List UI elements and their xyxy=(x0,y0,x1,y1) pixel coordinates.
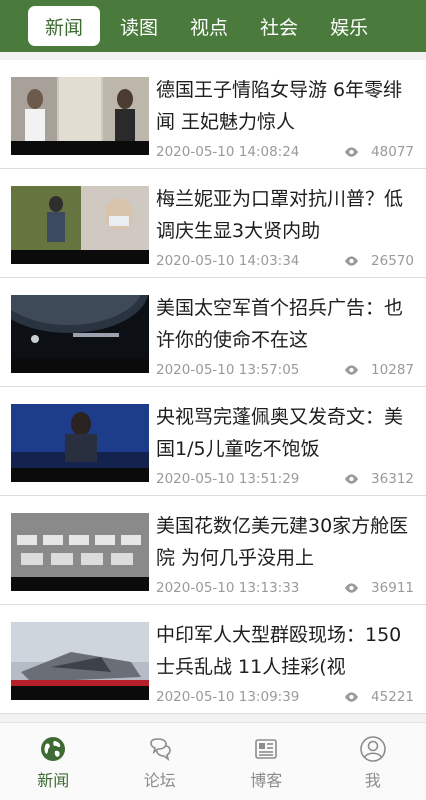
news-title: 美国太空军首个招兵广告：也许你的使命不在这 xyxy=(156,297,404,351)
news-views: 48077 xyxy=(344,144,414,160)
nav-forum-label: 论坛 xyxy=(143,771,176,790)
news-views: 45221 xyxy=(344,689,414,705)
views-count: 48077 xyxy=(371,144,414,160)
news-thumbnail xyxy=(11,186,149,264)
eye-icon xyxy=(344,692,359,702)
news-date: 2020-05-10 14:03:34 xyxy=(156,253,300,269)
news-item[interactable]: 美国花数亿美元建30家方舱医院 为何几乎没用上 2020-05-10 13:13… xyxy=(0,496,426,605)
news-thumbnail xyxy=(11,622,149,700)
bottom-nav: 新闻 论坛 博客 我 xyxy=(0,722,426,800)
news-thumbnail xyxy=(11,295,149,373)
news-date: 2020-05-10 13:13:33 xyxy=(156,580,300,596)
globe-icon xyxy=(41,737,66,761)
tab-society[interactable]: 社会 xyxy=(254,6,304,46)
news-date: 2020-05-10 13:51:29 xyxy=(156,471,300,487)
tab-news[interactable]: 新闻 xyxy=(28,6,101,46)
eye-icon xyxy=(344,474,359,484)
news-thumbnail xyxy=(11,513,149,591)
news-item[interactable]: 央视骂完蓬佩奥又发奇文：美国1/5儿童吃不饱饭 2020-05-10 13:51… xyxy=(0,387,426,496)
eye-icon xyxy=(344,583,359,593)
nav-me-label: 我 xyxy=(364,771,381,790)
newspaper-icon xyxy=(255,739,278,759)
news-item[interactable]: 美国太空军首个招兵广告：也许你的使命不在这 2020-05-10 13:57:0… xyxy=(0,278,426,387)
chat-icon xyxy=(149,738,171,761)
news-date: 2020-05-10 14:08:24 xyxy=(156,144,300,160)
views-count: 26570 xyxy=(371,253,414,269)
news-item[interactable]: 德国王子情陷女导游 6年零绯闻 王妃魅力惊人 2020-05-10 14:08:… xyxy=(0,60,426,169)
news-title: 美国花数亿美元建30家方舱医院 为何几乎没用上 xyxy=(156,515,409,569)
nav-forum[interactable]: 论坛 xyxy=(107,723,214,800)
news-item[interactable]: 中印军人大型群殴现场：150士兵乱战 11人挂彩(视 2020-05-10 13… xyxy=(0,605,426,714)
news-title: 德国王子情陷女导游 6年零绯闻 王妃魅力惊人 xyxy=(156,79,403,133)
news-views: 36312 xyxy=(344,471,414,487)
news-title: 中印军人大型群殴现场：150士兵乱战 11人挂彩(视 xyxy=(156,624,402,678)
news-item[interactable]: 梅兰妮亚为口罩对抗川普？低调庆生显3大贤内助 2020-05-10 14:03:… xyxy=(0,169,426,278)
eye-icon xyxy=(344,147,359,157)
eye-icon xyxy=(344,365,359,375)
views-count: 45221 xyxy=(371,689,414,705)
views-count: 36312 xyxy=(371,471,414,487)
news-views: 26570 xyxy=(344,253,414,269)
news-title: 梅兰妮亚为口罩对抗川普？低调庆生显3大贤内助 xyxy=(156,188,404,242)
nav-blog[interactable]: 博客 xyxy=(213,723,320,800)
nav-news[interactable]: 新闻 xyxy=(0,723,107,800)
views-count: 10287 xyxy=(371,362,414,378)
news-title: 央视骂完蓬佩奥又发奇文：美国1/5儿童吃不饱饭 xyxy=(156,406,404,460)
tab-viewpoint[interactable]: 视点 xyxy=(184,6,234,46)
news-date: 2020-05-10 13:57:05 xyxy=(156,362,300,378)
news-thumbnail xyxy=(11,404,149,482)
user-icon xyxy=(359,736,386,762)
news-list: 德国王子情陷女导游 6年零绯闻 王妃魅力惊人 2020-05-10 14:08:… xyxy=(0,60,426,714)
nav-me[interactable]: 我 xyxy=(320,723,426,800)
eye-icon xyxy=(344,256,359,266)
views-count: 36911 xyxy=(371,580,414,596)
tab-entertainment[interactable]: 娱乐 xyxy=(324,6,374,46)
news-thumbnail xyxy=(11,77,149,155)
top-tab-bar: 新闻 读图 视点 社会 娱乐 xyxy=(0,0,426,52)
news-views: 36911 xyxy=(344,580,414,596)
app-root: 新闻 读图 视点 社会 娱乐 德国王子情陷女导游 6年零绯闻 王妃魅力惊人 20… xyxy=(0,0,426,800)
news-views: 10287 xyxy=(344,362,414,378)
nav-blog-label: 博客 xyxy=(250,771,283,790)
nav-news-label: 新闻 xyxy=(37,771,70,790)
tab-pictures[interactable]: 读图 xyxy=(114,6,164,46)
news-date: 2020-05-10 13:09:39 xyxy=(156,689,300,705)
